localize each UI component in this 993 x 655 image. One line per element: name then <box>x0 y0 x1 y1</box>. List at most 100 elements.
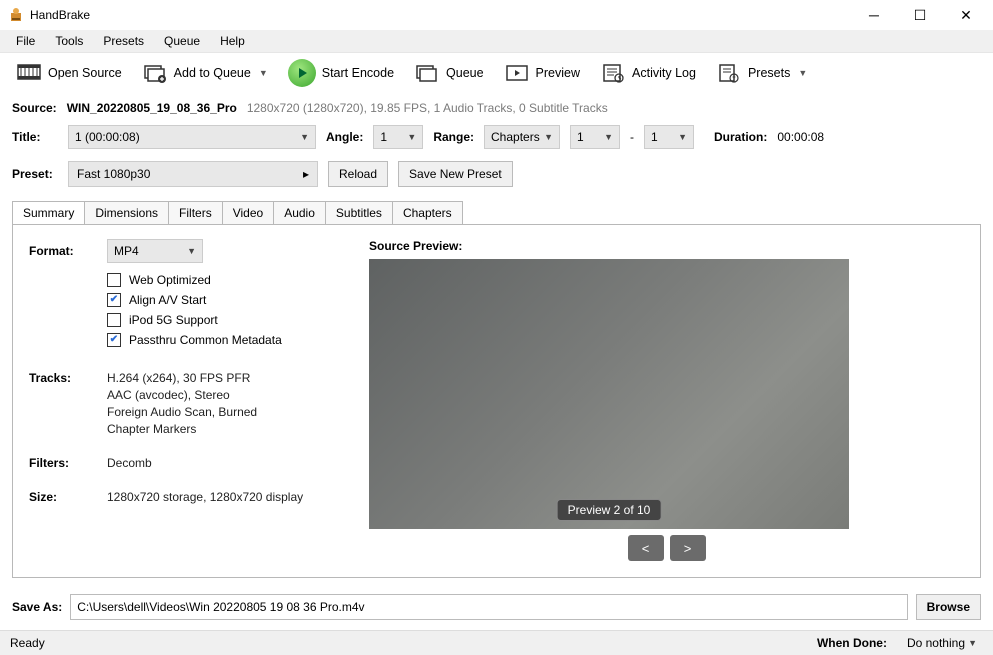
format-select[interactable]: MP4 ▼ <box>107 239 203 263</box>
tracks-label: Tracks: <box>29 371 97 436</box>
tab-video[interactable]: Video <box>222 201 274 224</box>
preset-select[interactable]: Fast 1080p30 ▸ <box>68 161 318 187</box>
size-label: Size: <box>29 490 97 504</box>
when-done-select[interactable]: Do nothing ▼ <box>901 631 983 655</box>
preview-icon <box>504 62 530 84</box>
when-done-label: When Done: <box>817 636 887 650</box>
statusbar: Ready When Done: Do nothing ▼ <box>0 630 993 655</box>
save-new-preset-label: Save New Preset <box>409 167 502 181</box>
start-encode-button[interactable]: Start Encode <box>282 55 400 91</box>
menu-file[interactable]: File <box>6 30 45 52</box>
range-from-value: 1 <box>577 130 584 144</box>
track-line: Chapter Markers <box>107 422 257 436</box>
range-from-select[interactable]: 1 ▼ <box>570 125 620 149</box>
reload-button[interactable]: Reload <box>328 161 388 187</box>
align-av-checkbox[interactable]: Align A/V Start <box>107 293 359 307</box>
filters-label: Filters: <box>29 456 97 470</box>
queue-add-icon <box>142 62 168 84</box>
menubar: File Tools Presets Queue Help <box>0 30 993 53</box>
tab-subtitles[interactable]: Subtitles <box>325 201 393 224</box>
save-as-row: Save As: Browse <box>0 588 993 630</box>
titlebar: HandBrake ─ ☐ ✕ <box>0 0 993 30</box>
duration-label: Duration: <box>714 130 767 144</box>
preview-prev-button[interactable]: < <box>628 535 664 561</box>
browse-button[interactable]: Browse <box>916 594 981 620</box>
preset-label: Preset: <box>12 167 58 181</box>
preview-button[interactable]: Preview <box>498 58 586 88</box>
save-new-preset-button[interactable]: Save New Preset <box>398 161 513 187</box>
menu-tools[interactable]: Tools <box>45 30 93 52</box>
angle-value: 1 <box>380 130 387 144</box>
chevron-down-icon: ▼ <box>678 132 687 142</box>
activity-log-button[interactable]: Activity Log <box>594 58 702 88</box>
toolbar: Open Source Add to Queue ▼ Start Encode … <box>0 53 993 93</box>
checkbox-icon <box>107 273 121 287</box>
browse-label: Browse <box>927 600 970 614</box>
add-to-queue-button[interactable]: Add to Queue ▼ <box>136 58 274 88</box>
tab-filters[interactable]: Filters <box>168 201 223 224</box>
passthru-label: Passthru Common Metadata <box>129 333 282 347</box>
web-optimized-checkbox[interactable]: Web Optimized <box>107 273 359 287</box>
tab-audio[interactable]: Audio <box>273 201 326 224</box>
status-text: Ready <box>10 636 45 650</box>
format-value: MP4 <box>114 244 139 258</box>
track-line: AAC (avcodec), Stereo <box>107 388 257 402</box>
track-line: Foreign Audio Scan, Burned <box>107 405 257 419</box>
chevron-down-icon: ▼ <box>968 638 977 648</box>
source-details: 1280x720 (1280x720), 19.85 FPS, 1 Audio … <box>247 101 608 115</box>
range-dash: - <box>630 130 634 144</box>
angle-select[interactable]: 1 ▼ <box>373 125 423 149</box>
save-as-input[interactable] <box>70 594 907 620</box>
title-label: Title: <box>12 130 58 144</box>
title-value: 1 (00:00:08) <box>75 130 140 144</box>
preview-next-button[interactable]: > <box>670 535 706 561</box>
preview-badge: Preview 2 of 10 <box>557 499 662 521</box>
tab-chapters[interactable]: Chapters <box>392 201 463 224</box>
title-row: Title: 1 (00:00:08) ▼ Angle: 1 ▼ Range: … <box>0 119 993 155</box>
format-label: Format: <box>29 244 97 258</box>
passthru-checkbox[interactable]: Passthru Common Metadata <box>107 333 359 347</box>
queue-icon <box>414 62 440 84</box>
chevron-down-icon: ▼ <box>300 132 309 142</box>
presets-icon <box>716 62 742 84</box>
menu-help[interactable]: Help <box>210 30 255 52</box>
range-to-value: 1 <box>651 130 658 144</box>
range-type-select[interactable]: Chapters ▼ <box>484 125 560 149</box>
preview-title: Source Preview: <box>369 239 964 253</box>
open-source-button[interactable]: Open Source <box>10 58 128 88</box>
maximize-button[interactable]: ☐ <box>897 0 943 30</box>
track-line: H.264 (x264), 30 FPS PFR <box>107 371 257 385</box>
tab-summary[interactable]: Summary <box>12 201 85 224</box>
chevron-down-icon: ▼ <box>604 132 613 142</box>
save-as-label: Save As: <box>12 600 62 614</box>
ipod-checkbox[interactable]: iPod 5G Support <box>107 313 359 327</box>
chevron-down-icon: ▼ <box>259 68 268 78</box>
chevron-down-icon: ▼ <box>544 132 553 142</box>
source-preview-image: Preview 2 of 10 <box>369 259 849 529</box>
checkbox-icon <box>107 313 121 327</box>
window-title: HandBrake <box>30 8 851 22</box>
chevron-down-icon: ▼ <box>798 68 807 78</box>
preset-value: Fast 1080p30 <box>77 167 150 181</box>
close-button[interactable]: ✕ <box>943 0 989 30</box>
activity-log-label: Activity Log <box>632 66 696 80</box>
range-type-value: Chapters <box>491 130 540 144</box>
checkbox-icon <box>107 333 121 347</box>
summary-panel: Format: MP4 ▼ Web Optimized Align A/V St… <box>12 224 981 578</box>
queue-button[interactable]: Queue <box>408 58 490 88</box>
size-value: 1280x720 storage, 1280x720 display <box>107 490 303 504</box>
angle-label: Angle: <box>326 130 363 144</box>
source-row: Source: WIN_20220805_19_08_36_Pro 1280x7… <box>0 93 993 119</box>
title-select[interactable]: 1 (00:00:08) ▼ <box>68 125 316 149</box>
presets-button[interactable]: Presets ▼ <box>710 58 813 88</box>
presets-label: Presets <box>748 66 790 80</box>
tab-dimensions[interactable]: Dimensions <box>84 201 169 224</box>
align-av-label: Align A/V Start <box>129 293 206 307</box>
minimize-button[interactable]: ─ <box>851 0 897 30</box>
start-encode-label: Start Encode <box>322 66 394 80</box>
menu-presets[interactable]: Presets <box>93 30 154 52</box>
duration-value: 00:00:08 <box>777 130 824 144</box>
menu-queue[interactable]: Queue <box>154 30 210 52</box>
range-to-select[interactable]: 1 ▼ <box>644 125 694 149</box>
preview-label: Preview <box>536 66 580 80</box>
